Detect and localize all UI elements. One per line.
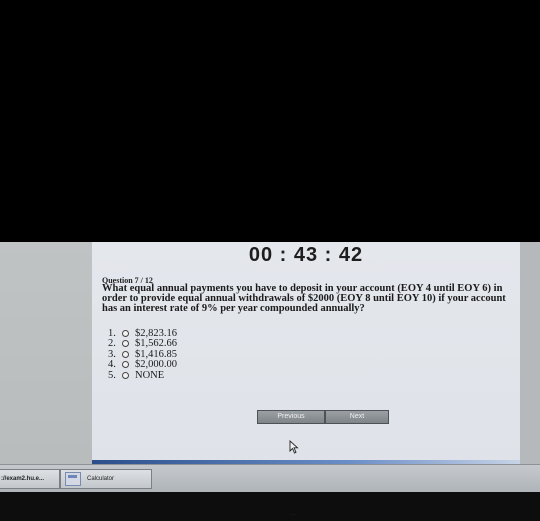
monitor-screen: 00 : 43 : 42 Question 7 / 12 What equal …: [0, 242, 540, 493]
previous-button[interactable]: Previous: [257, 410, 325, 424]
answer-list: 1. $2,823.16 2. $1,562.66 3. $1,416.85 4…: [108, 328, 177, 381]
answer-option-5[interactable]: 5. NONE: [108, 370, 177, 381]
black-background-bottom: [0, 492, 540, 521]
next-button[interactable]: Next: [325, 410, 389, 424]
radio-button[interactable]: [122, 371, 129, 379]
answer-option-1[interactable]: 1. $2,823.16: [108, 328, 177, 339]
radio-button[interactable]: [122, 361, 129, 369]
answer-value: $1,562.66: [135, 338, 177, 350]
mouse-cursor-icon: [289, 440, 299, 454]
taskbar-item-label: ://exam2.hu.e...: [1, 476, 45, 482]
browser-right-margin: [520, 242, 540, 464]
browser-left-margin: [0, 242, 92, 464]
answer-number: 4.: [108, 359, 116, 371]
answer-number: 5.: [108, 369, 116, 381]
radio-button[interactable]: [122, 329, 129, 337]
taskbar-item-exam[interactable]: ://exam2.hu.e...: [0, 469, 60, 489]
answer-value: $2,000.00: [135, 359, 177, 371]
exam-panel: 00 : 43 : 42 Question 7 / 12 What equal …: [92, 242, 520, 464]
black-background-top: [0, 0, 540, 242]
radio-button[interactable]: [122, 340, 129, 348]
answer-value: $2,823.16: [135, 327, 177, 339]
answer-number: 2.: [108, 338, 116, 350]
answer-option-4[interactable]: 4. $2,000.00: [108, 359, 177, 371]
taskbar-item-label: Calculator: [87, 476, 115, 482]
bottom-blurred-label: ...: [290, 510, 296, 517]
taskbar-item-calculator[interactable]: Calculator: [60, 469, 152, 489]
answer-number: 3.: [108, 348, 116, 360]
answer-number: 1.: [108, 327, 116, 339]
answer-option-2[interactable]: 2. $1,562.66: [108, 338, 177, 350]
answer-value: $1,416.85: [135, 348, 177, 360]
radio-button[interactable]: [122, 350, 129, 358]
taskbar: ://exam2.hu.e... Calculator: [0, 464, 540, 493]
question-text: What equal annual payments you have to d…: [102, 283, 506, 314]
answer-option-3[interactable]: 3. $1,416.85: [108, 349, 177, 360]
countdown-timer: 00 : 43 : 42: [248, 244, 364, 266]
answer-value: NONE: [135, 369, 165, 381]
calculator-icon: [65, 472, 81, 486]
